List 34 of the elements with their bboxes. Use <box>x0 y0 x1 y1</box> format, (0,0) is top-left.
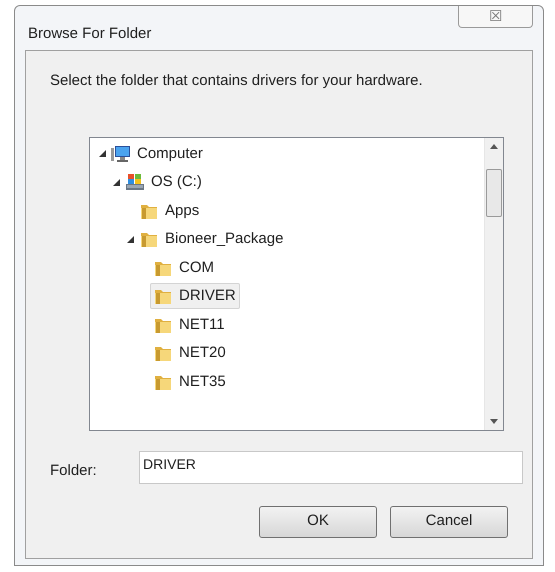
tree-item-label: Bioneer_Package <box>165 229 284 249</box>
tree-item-label: DRIVER <box>179 286 236 306</box>
tree-item[interactable]: NET35 <box>150 368 230 395</box>
tree-item-label: Computer <box>137 144 203 164</box>
tree-item[interactable]: DRIVER <box>150 283 240 310</box>
scroll-thumb[interactable] <box>486 168 502 216</box>
tree-item-label: OS (C:) <box>151 172 202 192</box>
computer-icon <box>111 144 131 164</box>
dialog-button[interactable]: OK <box>259 506 377 538</box>
dialog-button[interactable]: Cancel <box>390 506 508 538</box>
tree-item-label: NET11 <box>179 314 225 334</box>
folder-label: Folder: <box>50 460 98 481</box>
tree-item[interactable]: OS (C:) <box>122 169 206 196</box>
tree-item-label: NET20 <box>179 343 226 363</box>
tree-item[interactable]: Bioneer_Package <box>136 226 288 252</box>
tree-item-label: COM <box>179 258 214 278</box>
expanded-arrow-icon[interactable] <box>126 236 134 243</box>
scrollbar[interactable] <box>484 138 503 430</box>
tree-item[interactable]: COM <box>150 254 218 281</box>
window-title: Browse For Folder <box>28 24 152 44</box>
close-button[interactable]: ☒ <box>458 6 533 28</box>
expanded-arrow-icon[interactable] <box>98 150 106 158</box>
instruction-text: Select the folder that contains drivers for your hardware. <box>50 71 424 91</box>
expanded-arrow-icon[interactable] <box>112 178 120 186</box>
tree-item[interactable]: NET20 <box>150 340 230 366</box>
tree-item[interactable]: Apps <box>136 198 204 224</box>
scroll-up-icon[interactable] <box>490 144 498 148</box>
tree-item[interactable]: NET11 <box>150 312 229 338</box>
tree-item-label: Apps <box>165 200 200 220</box>
tree-item-label: NET35 <box>179 372 226 392</box>
folder-field[interactable]: DRIVER <box>139 450 523 484</box>
drive-icon <box>125 172 145 192</box>
tree-item[interactable]: Computer <box>108 140 207 167</box>
scroll-down-icon[interactable] <box>490 418 498 424</box>
